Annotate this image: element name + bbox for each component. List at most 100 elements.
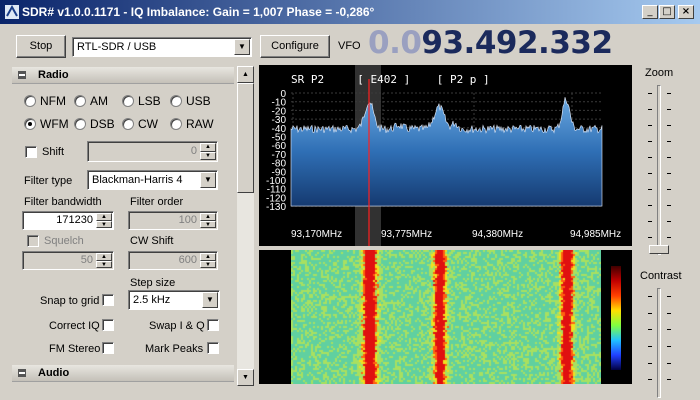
slider-tick — [648, 362, 652, 364]
zoom-slider-thumb[interactable] — [649, 245, 669, 254]
filter-type-label: Filter type — [24, 175, 73, 187]
slider-tick — [667, 237, 671, 238]
spectrum-analyzer[interactable]: 0 -10 -20 -30 -40 -50 -60 -70 -80 -90 -100 -110 -120… — [259, 65, 632, 246]
x-tick-label: 93,775MHz — [381, 229, 432, 240]
slider-tick — [648, 329, 652, 331]
swap-iq-checkbox[interactable] — [207, 319, 219, 331]
mode-radio-usb[interactable] — [170, 95, 182, 107]
stop-button[interactable]: Stop — [16, 35, 66, 58]
mode-radio-wfm[interactable] — [24, 118, 36, 130]
maximize-button[interactable]: □ — [659, 5, 675, 19]
source-select-value: RTL-SDR / USB — [77, 41, 157, 53]
mode-label-raw[interactable]: RAW — [186, 117, 214, 131]
stepper-down-icon[interactable]: ▼ — [200, 151, 216, 160]
slider-tick — [667, 329, 671, 331]
chevron-down-icon[interactable]: ▼ — [234, 39, 250, 55]
filter-type-value: Blackman-Harris 4 — [92, 174, 183, 186]
stepper-down-icon[interactable]: ▼ — [200, 260, 216, 268]
stepper-up-icon[interactable]: ▲ — [200, 143, 216, 152]
stepper-down-icon[interactable]: ▼ — [96, 220, 112, 228]
radio-section-title: Radio — [38, 69, 69, 81]
mode-radio-am[interactable] — [74, 95, 86, 107]
stepper-down-icon[interactable]: ▼ — [200, 220, 216, 228]
cw-shift-label: CW Shift — [130, 235, 174, 247]
stepper-up-icon[interactable]: ▲ — [200, 213, 216, 221]
mode-label-dsb[interactable]: DSB — [90, 117, 115, 131]
shift-stepper[interactable]: ▲ ▼ — [200, 143, 216, 160]
cw-shift-input[interactable]: 600 ▲ ▼ — [128, 251, 218, 270]
slider-tick — [648, 312, 652, 314]
mode-radio-dsb[interactable] — [74, 118, 86, 130]
mark-peaks-checkbox[interactable] — [207, 342, 219, 354]
stepper-up-icon[interactable]: ▲ — [96, 213, 112, 221]
slider-tick — [667, 141, 671, 142]
x-tick-label: 93,170MHz — [291, 229, 342, 240]
waterfall-canvas[interactable] — [291, 250, 601, 384]
fm-stereo-label: FM Stereo — [49, 343, 101, 355]
mode-radio-cw[interactable] — [122, 118, 134, 130]
chevron-down-icon[interactable]: ▼ — [202, 292, 218, 308]
waterfall-display[interactable] — [259, 250, 632, 384]
collapse-icon[interactable] — [18, 369, 26, 377]
filter-order-stepper[interactable]: ▲ ▼ — [200, 213, 216, 228]
squelch-stepper[interactable]: ▲ ▼ — [96, 253, 112, 268]
collapse-icon[interactable] — [18, 71, 26, 79]
scroll-up-icon[interactable]: ▲ — [237, 66, 254, 83]
shift-input[interactable]: 0 ▲ ▼ — [87, 141, 218, 162]
squelch-value: 50 — [80, 254, 93, 266]
frequency-digits: 93.492.332 — [421, 25, 613, 61]
left-panel-scrollbar[interactable]: ▲ ▼ — [237, 66, 254, 386]
stepper-up-icon[interactable]: ▲ — [96, 253, 112, 261]
step-size-select[interactable]: 2.5 kHz ▼ — [128, 290, 220, 310]
zoom-slider-track[interactable] — [657, 85, 661, 255]
filter-order-label: Filter order — [130, 196, 184, 208]
mode-label-wfm[interactable]: WFM — [40, 117, 69, 131]
radio-section-header[interactable]: Radio — [12, 67, 234, 84]
mode-radio-nfm[interactable] — [24, 95, 36, 107]
slider-tick — [648, 141, 652, 142]
filter-bandwidth-stepper[interactable]: ▲ ▼ — [96, 213, 112, 228]
contrast-slider-track[interactable] — [657, 288, 661, 398]
slider-tick — [648, 93, 652, 94]
mode-label-cw[interactable]: CW — [138, 117, 158, 131]
mode-label-nfm[interactable]: NFM — [40, 94, 66, 108]
contrast-slider[interactable] — [640, 288, 680, 398]
slider-tick — [667, 205, 671, 206]
mode-radio-raw[interactable] — [170, 118, 182, 130]
shift-value: 0 — [190, 145, 197, 157]
squelch-checkbox[interactable] — [27, 235, 39, 247]
filter-order-input[interactable]: 100 ▲ ▼ — [128, 211, 218, 230]
step-size-label: Step size — [130, 277, 176, 289]
chevron-down-icon[interactable]: ▼ — [200, 172, 216, 188]
squelch-input[interactable]: 50 ▲ ▼ — [22, 251, 114, 270]
scrollbar-thumb[interactable] — [237, 83, 254, 193]
fm-stereo-checkbox[interactable] — [102, 342, 114, 354]
slider-tick — [667, 189, 671, 190]
zoom-slider[interactable] — [640, 85, 680, 255]
filter-type-select[interactable]: Blackman-Harris 4 ▼ — [87, 170, 218, 190]
scroll-down-icon[interactable]: ▼ — [237, 369, 254, 386]
close-button[interactable]: × — [678, 5, 694, 19]
shift-checkbox[interactable] — [25, 146, 37, 158]
mode-label-lsb[interactable]: LSB — [138, 94, 161, 108]
correct-iq-checkbox[interactable] — [102, 319, 114, 331]
minimize-button[interactable]: _ — [642, 5, 658, 19]
audio-section-header[interactable]: Audio — [12, 365, 234, 382]
slider-tick — [648, 205, 652, 206]
mode-label-usb[interactable]: USB — [186, 94, 211, 108]
cw-shift-stepper[interactable]: ▲ ▼ — [200, 253, 216, 268]
slider-tick — [667, 296, 671, 297]
slider-tick — [667, 362, 671, 364]
app-icon — [5, 4, 19, 19]
vfo-frequency-display[interactable]: 0.093.492.332 — [368, 25, 613, 61]
stepper-up-icon[interactable]: ▲ — [200, 253, 216, 261]
snap-to-grid-checkbox[interactable] — [102, 294, 114, 306]
spectrum-plot[interactable]: 0-10-20-30-40-50-60-70-80-90-100-110-120… — [259, 65, 632, 246]
source-select[interactable]: RTL-SDR / USB ▼ — [72, 37, 252, 57]
filter-bandwidth-input[interactable]: 171230 ▲ ▼ — [22, 211, 114, 230]
mode-radio-lsb[interactable] — [122, 95, 134, 107]
stepper-down-icon[interactable]: ▼ — [96, 260, 112, 268]
mode-label-am[interactable]: AM — [90, 94, 108, 108]
window-title: SDR# v1.0.0.1171 - IQ Imbalance: Gain = … — [22, 5, 375, 19]
configure-button[interactable]: Configure — [260, 35, 330, 58]
